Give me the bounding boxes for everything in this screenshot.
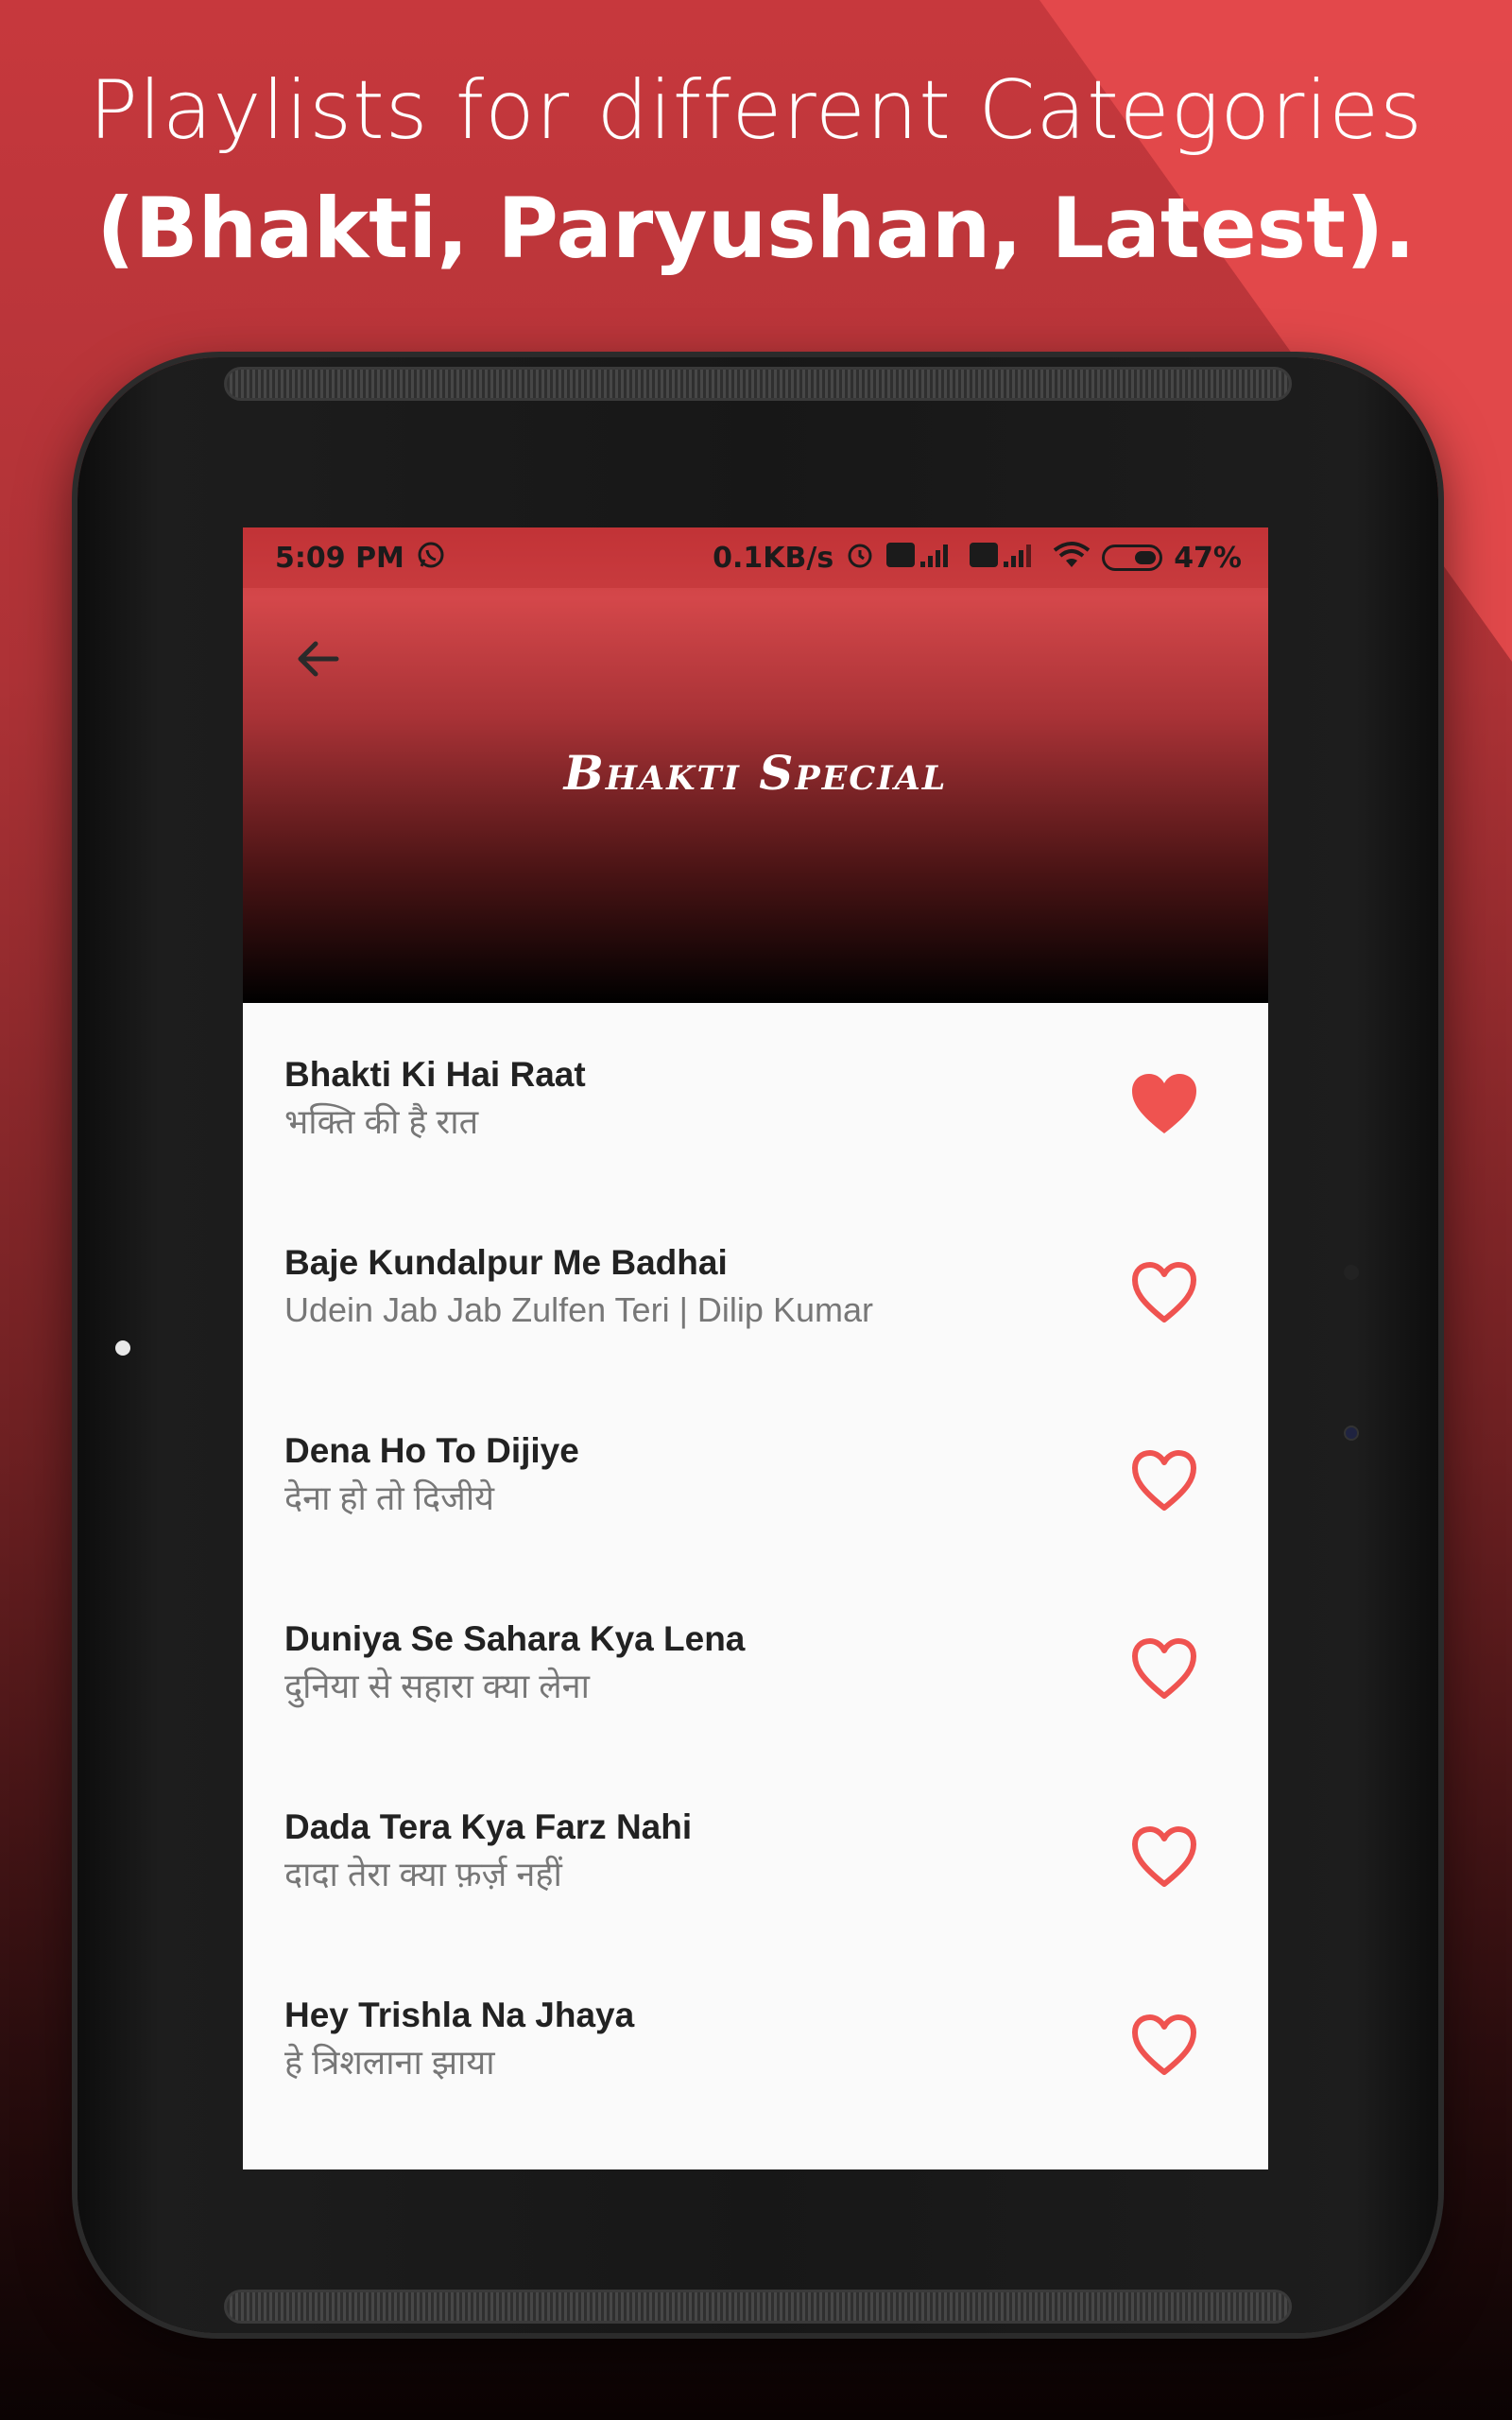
app-screen: 5:09 PM 0.1KB/s 47% Bhakti Special Bhakt… [243,527,1268,2169]
wifi-icon [1053,541,1091,576]
promo-headline: Playlists for different Categories (Bhak… [0,49,1512,285]
status-bar: 5:09 PM 0.1KB/s 47% [243,527,1268,588]
song-subtitle: हे त्रिशलाना झाया [284,2043,495,2082]
whatsapp-icon [416,540,446,577]
headline-line-2: (Bhakti, Paryushan, Latest). [96,180,1416,277]
alarm-icon [845,540,875,577]
battery-percent: 47% [1174,541,1242,575]
song-title: Duniya Se Sahara Kya Lena [284,1619,746,1658]
song-title: Bhakti Ki Hai Raat [284,1055,586,1094]
song-title: Dena Ho To Dijiye [284,1431,579,1470]
song-subtitle: दादा तेरा क्या फ़र्ज़ नहीं [284,1855,562,1893]
song-subtitle: दुनिया से सहारा क्या लेना [284,1667,590,1705]
heart-outline-icon[interactable] [1128,1635,1200,1702]
camera-lens [1344,1426,1359,1441]
heart-outline-icon[interactable] [1128,2012,1200,2078]
sensor-dot [1344,1265,1359,1280]
song-item[interactable]: Duniya Se Sahara Kya Lena दुनिया से सहार… [243,1567,1268,1755]
song-item[interactable]: Bhakti Ki Hai Raat भक्ति की है रात [243,1003,1268,1191]
battery-icon [1102,544,1163,571]
headline-line-1: Playlists for different Categories [89,63,1423,158]
song-title: Dada Tera Kya Farz Nahi [284,1807,693,1846]
page-title: Bhakti Special [563,745,948,801]
heart-outline-icon[interactable] [1128,1824,1200,1890]
song-subtitle: Udein Jab Jab Zulfen Teri | Dilip Kumar [284,1290,873,1329]
song-subtitle: देना हो तो दिजीये [284,1478,495,1517]
song-item[interactable]: Dada Tera Kya Farz Nahi दादा तेरा क्या फ… [243,1755,1268,1944]
song-title: Hey Trishla Na Jhaya [284,1996,635,2034]
heart-outline-icon[interactable] [1128,1259,1200,1325]
status-time: 5:09 PM [275,541,404,575]
bottom-speaker-grille [224,2290,1292,2324]
top-speaker-grille [224,367,1292,401]
back-button[interactable] [284,626,351,692]
network-speed: 0.1KB/s [713,541,834,575]
song-item[interactable]: Hey Trishla Na Jhaya हे त्रिशलाना झाया [243,1944,1268,2132]
song-title: Baje Kundalpur Me Badhai [284,1243,728,1282]
song-item[interactable]: Dena Ho To Dijiye देना हो तो दिजीये [243,1379,1268,1567]
signal-icon [970,541,1041,576]
song-item[interactable]: Baje Kundalpur Me Badhai Udein Jab Jab Z… [243,1191,1268,1379]
heart-outline-icon[interactable] [1128,1447,1200,1513]
song-subtitle: भक्ति की है रात [284,1102,479,1141]
signal-icon [886,541,958,576]
song-list: Bhakti Ki Hai Raat भक्ति की है रात Baje … [243,1003,1268,2132]
arrow-left-icon [298,641,339,677]
front-camera-dot [115,1340,130,1356]
playlist-header: 5:09 PM 0.1KB/s 47% Bhakti Special [243,527,1268,1003]
heart-filled-icon[interactable] [1128,1071,1200,1137]
